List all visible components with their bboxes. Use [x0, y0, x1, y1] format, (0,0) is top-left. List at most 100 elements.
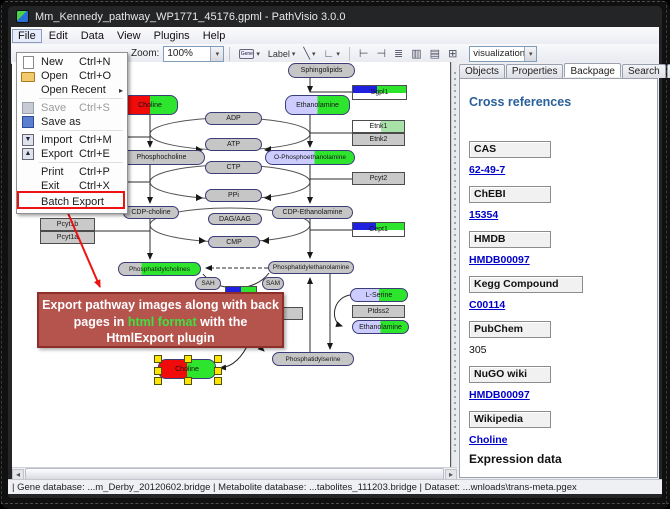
- selection-handle[interactable]: [214, 355, 222, 363]
- selection-handle[interactable]: [184, 355, 192, 363]
- node-l-serine[interactable]: L-Serine: [350, 288, 408, 302]
- chevron-down-icon[interactable]: ▾: [210, 47, 223, 61]
- gene-sgpl1[interactable]: Sgpl1: [352, 85, 407, 100]
- distribute-rows-button[interactable]: ≣: [392, 46, 405, 61]
- zoom-combobox[interactable]: 100% ▾: [163, 46, 224, 62]
- status-bar: | Gene database: ...m_Derby_20120602.bri…: [8, 479, 662, 494]
- gene-etnk2[interactable]: Etnk2: [352, 133, 405, 146]
- node-cdp-ethanolamine[interactable]: CDP-Ethanolamine: [272, 206, 353, 219]
- scroll-left-icon[interactable]: ◂: [12, 469, 24, 480]
- file-menu-export[interactable]: ▲ ExportCtrl+E: [17, 147, 127, 161]
- node-cmp[interactable]: CMP: [208, 236, 260, 248]
- stack-vertical-button[interactable]: ▤: [428, 46, 442, 61]
- selection-handle[interactable]: [184, 377, 192, 385]
- menu-view[interactable]: View: [111, 29, 147, 43]
- xref-link-hmdb[interactable]: HMDB00097: [469, 254, 530, 266]
- align-vertical-center-button[interactable]: ⊢: [357, 46, 371, 61]
- node-phosphocholine[interactable]: Phosphocholine: [118, 150, 205, 165]
- annotation-callout: Export pathway images along with back pa…: [37, 292, 284, 348]
- node-dag[interactable]: DAG/AAG: [208, 213, 262, 225]
- export-icon: ▲: [22, 148, 34, 160]
- connector-tool-button[interactable]: ∟ ▾: [322, 47, 342, 61]
- elbow-connector-icon: ∟: [324, 48, 335, 60]
- xref-link-kegg[interactable]: C00114: [469, 299, 505, 311]
- file-menu-import[interactable]: ▼ ImportCtrl+M: [17, 133, 127, 147]
- node-phosphatidylcholines[interactable]: Phosphatidylcholines: [118, 262, 201, 276]
- menu-data[interactable]: Data: [75, 29, 110, 43]
- node-adp[interactable]: ADP: [205, 112, 262, 125]
- datanode-tool-button[interactable]: Gene ▾: [237, 48, 262, 60]
- expression-data-heading: Expression data: [469, 452, 562, 466]
- label-tool-button[interactable]: Label ▾: [266, 48, 298, 60]
- xref-link-wikipedia[interactable]: Choline: [469, 434, 508, 446]
- save-as-icon: [22, 116, 34, 128]
- stack-horizontal-button[interactable]: ⊞: [446, 46, 459, 61]
- menu-edit[interactable]: Edit: [43, 29, 74, 43]
- line-tool-button[interactable]: ╲ ▾: [301, 46, 317, 61]
- selection-handle[interactable]: [214, 377, 222, 385]
- distribute-columns-button[interactable]: ▥: [409, 46, 423, 61]
- backpage-content[interactable]: Cross references CAS 62-49-7 ChEBI 15354…: [459, 78, 658, 478]
- file-menu-open-recent[interactable]: Open Recent ▸: [17, 83, 127, 97]
- file-menu-new[interactable]: NewCtrl+N: [17, 55, 127, 69]
- node-choline-top[interactable]: Choline: [122, 95, 178, 115]
- align-horizontal-center-button[interactable]: ⊣: [374, 46, 388, 61]
- gene-pcyt1b[interactable]: Pcyt1b: [40, 218, 95, 231]
- file-menu-save[interactable]: SaveCtrl+S: [17, 101, 127, 115]
- xref-link-cas[interactable]: 62-49-7: [469, 164, 505, 176]
- node-ethanolamine-bottom[interactable]: Ethanolamine: [352, 320, 409, 334]
- file-menu-save-as[interactable]: Save as: [17, 115, 127, 129]
- status-text: | Gene database: ...m_Derby_20120602.bri…: [12, 482, 577, 493]
- file-menu-print[interactable]: PrintCtrl+P: [17, 165, 127, 179]
- menu-separator: [39, 98, 123, 99]
- chevron-down-icon[interactable]: ▾: [336, 50, 340, 58]
- xref-link-nugo[interactable]: HMDB00097: [469, 389, 530, 401]
- node-ctp[interactable]: CTP: [205, 161, 262, 174]
- selection-handle[interactable]: [154, 355, 162, 363]
- gene-cept1[interactable]: Cept1: [352, 222, 405, 237]
- tab-backpage[interactable]: Backpage: [564, 63, 620, 77]
- tab-legend[interactable]: Legend: [667, 64, 670, 78]
- save-icon: [22, 102, 34, 114]
- node-sah[interactable]: SAH: [195, 277, 221, 290]
- xref-source-cas: CAS: [469, 141, 551, 158]
- scroll-right-icon[interactable]: ▸: [445, 469, 457, 480]
- gene-pcyt1a[interactable]: Pcyt1a: [40, 231, 95, 244]
- chevron-down-icon[interactable]: ▾: [256, 50, 260, 58]
- menu-separator: [39, 130, 123, 131]
- node-sam[interactable]: SAM: [262, 277, 284, 290]
- node-cdp-choline[interactable]: CDP-choline: [123, 206, 179, 219]
- xref-source-chebi: ChEBI: [469, 186, 551, 203]
- node-o-phosphoethanolamine[interactable]: O-Phosphoethanolamine: [265, 150, 355, 165]
- node-sphingolipids[interactable]: Sphingolipids: [288, 63, 355, 78]
- open-folder-icon: [21, 72, 35, 82]
- chevron-down-icon[interactable]: ▾: [292, 50, 296, 58]
- tab-objects[interactable]: Objects: [459, 64, 505, 78]
- visualization-combobox[interactable]: visualization ▾: [469, 46, 537, 62]
- gene-ptdss2[interactable]: Ptdss2: [352, 305, 405, 318]
- menu-plugins[interactable]: Plugins: [148, 29, 196, 43]
- chevron-down-icon[interactable]: ▾: [524, 47, 536, 61]
- menu-help[interactable]: Help: [197, 29, 232, 43]
- selection-handle[interactable]: [154, 377, 162, 385]
- node-phosphatidylethanolamine[interactable]: Phosphatidylethanolamine: [268, 261, 354, 274]
- selection-handle[interactable]: [154, 367, 162, 375]
- datanode-icon: Gene: [239, 49, 254, 59]
- chevron-down-icon[interactable]: ▾: [312, 50, 316, 58]
- node-atp[interactable]: ATP: [205, 138, 262, 151]
- menu-file[interactable]: File: [12, 29, 42, 43]
- node-choline-bottom-selected[interactable]: Choline: [158, 359, 216, 379]
- selection-handle[interactable]: [214, 367, 222, 375]
- gene-ptdss1-partial[interactable]: [283, 307, 303, 320]
- gene-pcyt2[interactable]: Pcyt2: [352, 172, 405, 185]
- tab-search[interactable]: Search: [622, 64, 666, 78]
- file-menu-open[interactable]: OpenCtrl+O: [17, 69, 127, 83]
- gene-etnk1[interactable]: Etnk1: [352, 120, 405, 133]
- xref-value-pubchem: 305: [469, 344, 487, 356]
- xref-link-chebi[interactable]: 15354: [469, 209, 498, 221]
- node-ppi[interactable]: PPi: [205, 189, 262, 202]
- node-phosphatidylserine[interactable]: Phosphatidylserine: [272, 352, 354, 366]
- node-ethanolamine-top[interactable]: Ethanolamine: [285, 95, 350, 115]
- tab-properties[interactable]: Properties: [506, 64, 564, 78]
- title-bar[interactable]: Mm_Kennedy_pathway_WP1771_45176.gpml - P…: [8, 6, 662, 27]
